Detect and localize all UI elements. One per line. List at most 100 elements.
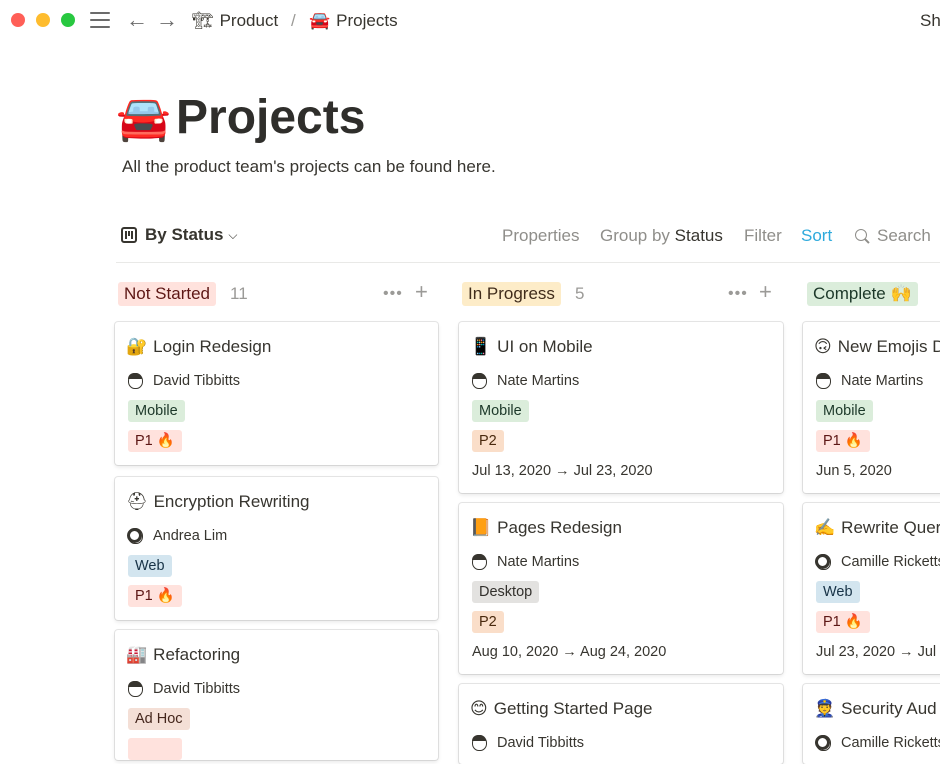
date-range: Jul 13, 2020 → Jul 23, 2020	[472, 463, 653, 479]
avatar	[128, 681, 143, 697]
card-title: 📙 Pages Redesign	[470, 518, 622, 538]
board-card[interactable]: ✍️ Rewrite Quer Camille Ricketts Web P1 🔥…	[803, 503, 940, 674]
window-zoom-button[interactable]	[61, 13, 75, 27]
avatar	[816, 373, 831, 389]
card-title-label: Rewrite Quer	[841, 518, 940, 537]
board-card[interactable]: 🏭 Refactoring David Tibbitts Ad Hoc	[115, 630, 438, 760]
back-arrow-icon[interactable]: ←	[126, 7, 148, 33]
title-bar: ← → 🏗 Product / 🚘 Projects Sh	[0, 0, 940, 42]
breadcrumb-projects-label: Projects	[336, 11, 398, 30]
column-header-complete[interactable]: Complete 🙌	[807, 282, 918, 306]
tag: Web	[128, 555, 172, 577]
column-header-not-started[interactable]: Not Started 11	[118, 282, 248, 306]
window-minimize-button[interactable]	[36, 13, 50, 27]
car-icon: 🚘	[309, 11, 331, 30]
breadcrumb-separator: /	[291, 11, 296, 30]
person-property: Nate Martins	[816, 373, 923, 389]
sidebar-toggle-icon[interactable]	[90, 12, 110, 28]
properties-button[interactable]: Properties	[502, 226, 579, 246]
column-header-in-progress[interactable]: In Progress 5	[462, 282, 584, 306]
card-title-label: Pages Redesign	[497, 518, 622, 537]
board-card[interactable]: 🙃 New Emojis D Nate Martins Mobile P1 🔥 J…	[803, 322, 940, 493]
breadcrumb-product[interactable]: 🏗 Product	[192, 11, 278, 31]
date-range: Aug 10, 2020 → Aug 24, 2020	[472, 644, 667, 660]
card-title-label: Security Aud	[841, 699, 937, 718]
view-label: By Status	[145, 225, 224, 244]
add-card-icon[interactable]: +	[415, 280, 428, 304]
search-button[interactable]: Search	[855, 226, 931, 246]
group-by-value: Status	[674, 226, 723, 245]
person-property: Nate Martins	[472, 554, 579, 570]
breadcrumb-projects[interactable]: 🚘 Projects	[309, 11, 398, 31]
person-name: Nate Martins	[841, 373, 924, 389]
factory-icon: 🏭	[126, 645, 148, 664]
priority-tag: P1 🔥	[816, 430, 870, 452]
date-range: Jul 23, 2020 → Jul	[816, 644, 937, 660]
tag: Mobile	[472, 400, 529, 422]
add-card-icon[interactable]: +	[759, 280, 772, 304]
chevron-down-icon: ⌵	[228, 227, 238, 242]
avatar	[472, 373, 487, 389]
view-switcher[interactable]: By Status ⌵	[121, 225, 238, 245]
share-button[interactable]: Sh	[920, 11, 940, 31]
page-icon[interactable]: 🚘	[116, 92, 171, 146]
breadcrumb-product-label: Product	[219, 11, 279, 30]
search-icon	[855, 229, 867, 241]
avatar	[815, 554, 831, 570]
police-officer-icon: 👮	[814, 699, 836, 718]
person-property: David Tibbitts	[128, 681, 240, 697]
board-card[interactable]: 🔐 Login Redesign David Tibbitts Mobile P1…	[115, 322, 438, 465]
card-title-label: Getting Started Page	[493, 699, 653, 718]
person-name: Camille Ricketts	[841, 735, 940, 751]
crane-icon: 🏗	[192, 11, 214, 30]
window-close-button[interactable]	[11, 13, 25, 27]
tag: Mobile	[128, 400, 185, 422]
column-count: 11	[230, 284, 248, 303]
person-name: Nate Martins	[497, 554, 580, 570]
person-property: Camille Ricketts	[815, 554, 940, 570]
person-property: Andrea Lim	[127, 528, 227, 544]
priority-tag: P1 🔥	[128, 585, 182, 607]
sort-button[interactable]: Sort	[801, 226, 832, 246]
phone-icon: 📱	[470, 337, 492, 356]
person-name: David Tibbitts	[153, 681, 241, 697]
person-name: Nate Martins	[497, 373, 580, 389]
avatar	[127, 528, 143, 544]
priority-tag: P1 🔥	[816, 611, 870, 633]
card-title: 👮 Security Aud	[814, 699, 937, 719]
board-card[interactable]: 👮 Security Aud Camille Ricketts	[803, 684, 940, 764]
board-card[interactable]: 📱 UI on Mobile Nate Martins Mobile P2 Jul…	[459, 322, 783, 493]
card-title: 🙃 New Emojis D	[814, 337, 940, 357]
avatar	[128, 373, 143, 389]
board-view-icon	[121, 227, 137, 243]
board-card[interactable]: ⛑ Encryption Rewriting Andrea Lim Web P1 …	[115, 477, 438, 620]
more-options-icon[interactable]: •••	[728, 285, 748, 303]
person-property: Nate Martins	[472, 373, 579, 389]
page-title[interactable]: Projects	[176, 89, 365, 147]
search-label: Search	[877, 226, 931, 245]
board-card[interactable]: 📙 Pages Redesign Nate Martins Desktop P2 …	[459, 503, 783, 674]
card-title-label: UI on Mobile	[497, 337, 593, 356]
card-title: ✍️ Rewrite Quer	[814, 518, 940, 538]
status-tag: Complete 🙌	[807, 282, 918, 306]
card-title: 📱 UI on Mobile	[470, 337, 593, 357]
filter-button[interactable]: Filter	[744, 226, 782, 246]
person-name: David Tibbitts	[497, 735, 585, 751]
priority-tag: P2	[472, 430, 504, 452]
card-title-label: Login Redesign	[153, 337, 272, 356]
page-description[interactable]: All the product team's projects can be f…	[122, 157, 496, 177]
board-card[interactable]: 😊 Getting Started Page David Tibbitts	[459, 684, 783, 764]
card-title-label: Refactoring	[153, 645, 241, 664]
person-property: Camille Ricketts	[815, 735, 940, 751]
avatar	[815, 735, 831, 751]
upside-down-face-icon: 🙃	[814, 337, 832, 356]
lock-icon: 🔐	[126, 337, 148, 356]
card-title: 🏭 Refactoring	[126, 645, 240, 665]
helmet-icon: ⛑	[126, 492, 148, 511]
forward-arrow-icon[interactable]: →	[156, 7, 178, 33]
priority-tag	[128, 738, 182, 760]
tag: Mobile	[816, 400, 873, 422]
more-options-icon[interactable]: •••	[383, 285, 403, 303]
card-title-label: Encryption Rewriting	[153, 492, 310, 511]
group-by-button[interactable]: Group by Status	[600, 226, 723, 246]
